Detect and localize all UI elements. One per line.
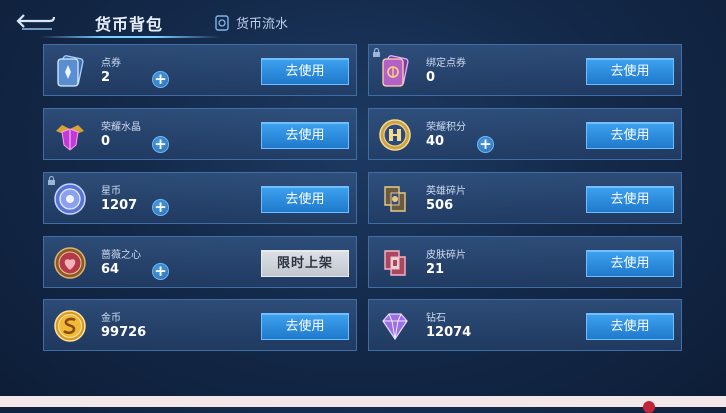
currency-count: 1207 [101, 198, 138, 213]
diamond-icon [382, 313, 408, 341]
use-voucher-button[interactable]: 去使用 [261, 58, 349, 85]
currency-card-hero-fragment: 英雄碎片 506 去使用 [368, 172, 682, 224]
currency-count: 21 [426, 262, 445, 277]
use-bound-voucher-button[interactable]: 去使用 [586, 58, 674, 85]
currency-name: 荣耀积分 [426, 122, 466, 133]
header: 货币背包 货币流水 [0, 0, 726, 42]
use-diamond-button[interactable]: 去使用 [586, 313, 674, 340]
currency-count: 2 [101, 70, 111, 85]
bound-voucher-card-icon [382, 55, 409, 87]
currency-card-rose-heart: 蔷薇之心 64 + 限时上架 [43, 236, 357, 288]
gold-coin-icon [54, 310, 86, 342]
currency-name: 星币 [101, 186, 121, 197]
currency-name: 皮肤碎片 [426, 250, 466, 261]
currency-count: 40 [426, 134, 445, 149]
use-skin-fragment-button[interactable]: 去使用 [586, 250, 674, 277]
use-gold-coin-button[interactable]: 去使用 [261, 313, 349, 340]
tab-currency-bag[interactable]: 货币背包 [95, 11, 163, 35]
tab-currency-flow-label: 货币流水 [236, 17, 289, 32]
use-glory-crystal-button[interactable]: 去使用 [261, 122, 349, 149]
ledger-icon [215, 14, 229, 31]
voucher-card-icon [57, 55, 84, 87]
hero-fragment-icon [384, 186, 406, 212]
limited-time-button[interactable]: 限时上架 [261, 250, 349, 277]
back-arrow-icon[interactable] [14, 10, 58, 34]
notification-dot [643, 401, 655, 413]
glory-crystal-icon [56, 125, 84, 151]
currency-name: 点券 [101, 58, 121, 69]
add-star-coin-button[interactable]: + [152, 199, 169, 216]
currency-count: 12074 [426, 325, 472, 340]
add-rose-heart-button[interactable]: + [152, 263, 169, 280]
glory-points-coin-icon [379, 119, 411, 151]
star-coin-icon [54, 183, 86, 215]
currency-name: 英雄碎片 [426, 186, 466, 197]
currency-card-gold-coin: 金币 99726 去使用 [43, 299, 357, 351]
currency-card-glory-points: 荣耀积分 40 + 去使用 [368, 108, 682, 160]
currency-card-diamond: 钻石 12074 去使用 [368, 299, 682, 351]
tab-underline [40, 36, 220, 38]
currency-name: 钻石 [426, 313, 446, 324]
currency-name: 金币 [101, 313, 121, 324]
currency-card-skin-fragment: 皮肤碎片 21 去使用 [368, 236, 682, 288]
use-star-coin-button[interactable]: 去使用 [261, 186, 349, 213]
use-glory-points-button[interactable]: 去使用 [586, 122, 674, 149]
currency-name: 荣耀水晶 [101, 122, 141, 133]
currency-card-glory-crystal: 荣耀水晶 0 + 去使用 [43, 108, 357, 160]
currency-count: 64 [101, 262, 120, 277]
currency-card-voucher: 点券 2 + 去使用 [43, 44, 357, 96]
currency-count: 506 [426, 198, 454, 213]
currency-name: 蔷薇之心 [101, 250, 141, 261]
add-voucher-button[interactable]: + [152, 71, 169, 88]
skin-fragment-icon [384, 250, 406, 276]
currency-count: 0 [426, 70, 436, 85]
currency-count: 99726 [101, 325, 147, 340]
currency-card-star-coin: 星币 1207 + 去使用 [43, 172, 357, 224]
bottom-bar [0, 396, 726, 407]
currency-name: 绑定点券 [426, 58, 466, 69]
rose-heart-icon [54, 247, 86, 279]
use-hero-fragment-button[interactable]: 去使用 [586, 186, 674, 213]
currency-count: 0 [101, 134, 111, 149]
add-glory-crystal-button[interactable]: + [152, 136, 169, 153]
currency-card-bound-voucher: 绑定点券 0 去使用 [368, 44, 682, 96]
tab-currency-flow[interactable]: 货币流水 [215, 13, 288, 32]
add-glory-points-button[interactable]: + [477, 136, 494, 153]
